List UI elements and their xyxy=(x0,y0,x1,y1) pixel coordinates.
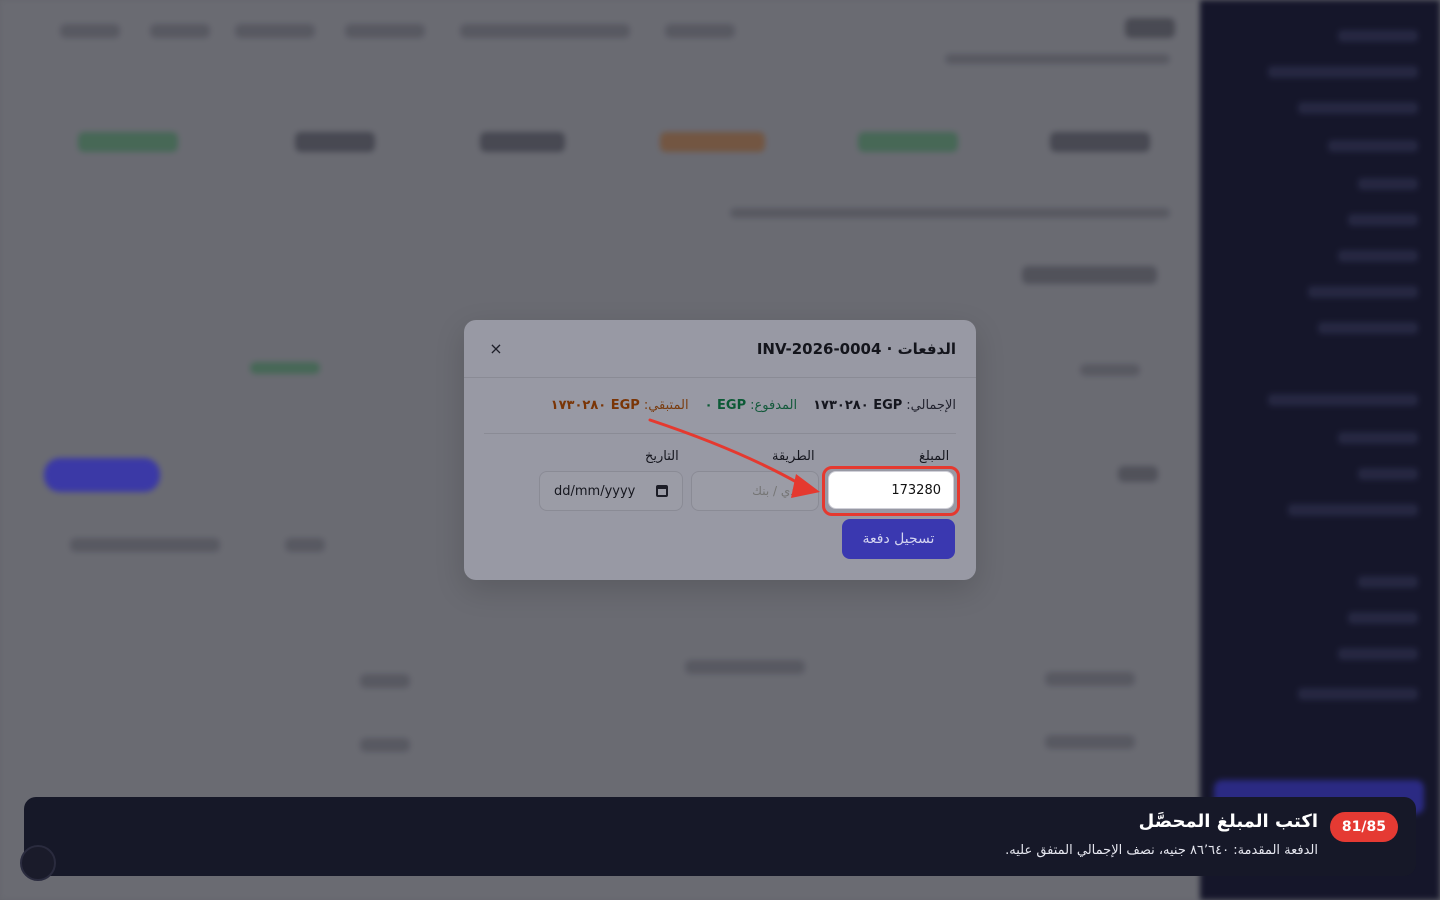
tutorial-banner: 81/85 اكتب المبلغ المحصَّل الدفعة المقدم… xyxy=(24,797,1416,876)
modal-header: الدفعات · INV-2026-0004 × xyxy=(464,320,976,378)
summary-total: الإجمالي: EGP ١٧٣٠٢٨٠ xyxy=(813,398,956,413)
banner-title: اكتب المبلغ المحصَّل xyxy=(1138,811,1318,832)
payment-summary: الإجمالي: EGP ١٧٣٠٢٨٠ المدفوع: EGP ٠ الم… xyxy=(484,378,956,434)
total-label: الإجمالي: xyxy=(906,398,956,413)
record-payment-button[interactable]: تسجيل دفعة xyxy=(842,519,955,559)
date-label: التاريخ xyxy=(645,449,679,464)
close-icon[interactable]: × xyxy=(484,337,508,361)
help-button[interactable] xyxy=(20,845,56,881)
summary-remaining: المتبقي: EGP ١٧٣٠٢٨٠ xyxy=(551,398,689,413)
remaining-label: المتبقي: xyxy=(643,398,689,413)
summary-paid: المدفوع: EGP ٠ xyxy=(705,398,798,413)
paid-value: EGP ٠ xyxy=(704,398,747,413)
calendar-icon[interactable] xyxy=(656,485,668,497)
amount-input[interactable] xyxy=(828,471,954,509)
remaining-value: EGP ١٧٣٠٢٨٠ xyxy=(550,398,640,413)
step-counter-badge: 81/85 xyxy=(1329,812,1398,842)
method-label: الطريقة xyxy=(772,449,815,464)
paid-label: المدفوع: xyxy=(750,398,798,413)
method-input[interactable] xyxy=(691,471,819,511)
total-value: EGP ١٧٣٠٢٨٠ xyxy=(813,398,903,413)
date-input[interactable]: dd/mm/yyyy xyxy=(539,471,683,511)
date-placeholder: dd/mm/yyyy xyxy=(554,483,636,499)
modal-title: الدفعات · INV-2026-0004 xyxy=(756,339,956,358)
amount-label: المبلغ xyxy=(919,449,950,464)
banner-description: الدفعة المقدمة: ٨٦٬٦٤٠ جنيه، نصف الإجمال… xyxy=(1005,843,1318,858)
